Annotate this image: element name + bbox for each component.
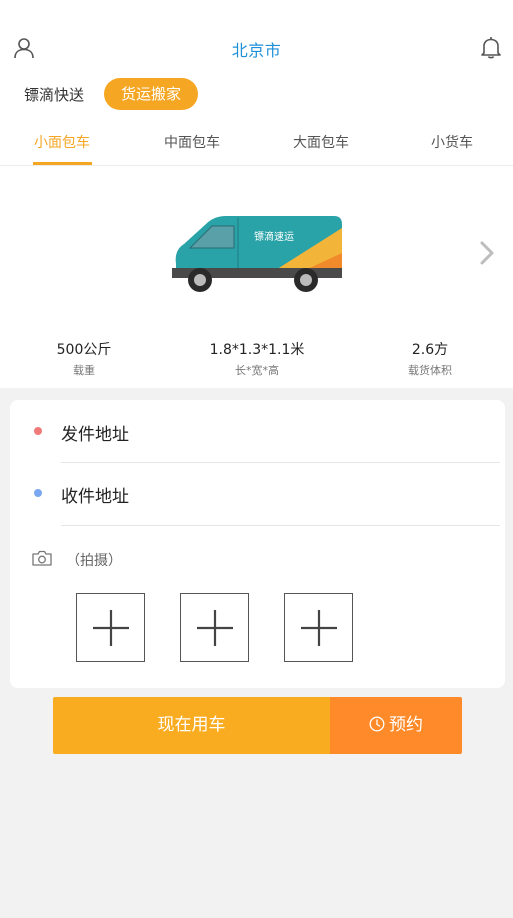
spec-load: 500公斤 载重 bbox=[14, 339, 154, 378]
sender-address-row[interactable]: 发件地址 bbox=[10, 400, 505, 462]
top-panel: 北京市 镖滴快送 货运搬家 小面包车 中面包车 大面包车 小货车 镖滴速运 50… bbox=[0, 0, 513, 388]
bell-icon[interactable] bbox=[480, 35, 502, 59]
spec-volume-value: 2.6方 bbox=[411, 342, 449, 358]
sender-dot bbox=[34, 427, 42, 435]
add-photo-button[interactable] bbox=[180, 593, 249, 662]
clock-icon bbox=[369, 716, 385, 732]
use-car-now-button[interactable]: 现在用车 bbox=[53, 697, 330, 754]
book-button[interactable]: 预约 bbox=[330, 697, 462, 754]
van-image: 镖滴速运 bbox=[172, 216, 342, 292]
receiver-address-row[interactable]: 收件地址 bbox=[10, 463, 505, 525]
add-photo-button[interactable] bbox=[284, 593, 353, 662]
spec-volume: 2.6方 载货体积 bbox=[360, 339, 500, 378]
van-brand-text: 镖滴速运 bbox=[254, 230, 294, 243]
receiver-address-label: 收件地址 bbox=[61, 487, 129, 507]
spec-load-label: 载重 bbox=[73, 364, 95, 377]
spec-dimensions-label: 长*宽*高 bbox=[235, 364, 279, 377]
plus-icon bbox=[93, 610, 129, 646]
header: 北京市 bbox=[0, 0, 513, 80]
active-tab-indicator bbox=[33, 162, 92, 165]
book-label: 预约 bbox=[389, 715, 423, 735]
mode-express[interactable]: 镖滴快送 bbox=[24, 84, 84, 105]
vehicle-tabs: 小面包车 中面包车 大面包车 小货车 bbox=[0, 122, 513, 166]
tab-small-truck[interactable]: 小货车 bbox=[412, 132, 492, 152]
camera-icon bbox=[32, 550, 52, 566]
mode-switch: 镖滴快送 货运搬家 bbox=[0, 78, 513, 112]
spec-dimensions-value: 1.8*1.3*1.1米 bbox=[209, 342, 305, 358]
tab-small-van[interactable]: 小面包车 bbox=[22, 132, 102, 152]
address-card: 发件地址 收件地址 （拍摄） bbox=[10, 400, 505, 688]
chevron-right-icon[interactable] bbox=[477, 240, 497, 266]
receiver-dot bbox=[34, 489, 42, 497]
plus-icon bbox=[301, 610, 337, 646]
divider bbox=[61, 525, 500, 526]
plus-icon bbox=[197, 610, 233, 646]
spec-load-value: 500公斤 bbox=[56, 342, 112, 358]
add-photo-button[interactable] bbox=[76, 593, 145, 662]
sender-address-label: 发件地址 bbox=[61, 425, 129, 445]
city-selector[interactable]: 北京市 bbox=[0, 37, 513, 61]
tab-medium-van[interactable]: 中面包车 bbox=[152, 132, 232, 152]
spec-volume-label: 载货体积 bbox=[408, 364, 452, 377]
mode-freight-moving[interactable]: 货运搬家 bbox=[104, 78, 198, 110]
tab-large-van[interactable]: 大面包车 bbox=[281, 132, 361, 152]
spec-dimensions: 1.8*1.3*1.1米 长*宽*高 bbox=[187, 339, 327, 378]
photo-label: （拍摄） bbox=[66, 553, 122, 569]
